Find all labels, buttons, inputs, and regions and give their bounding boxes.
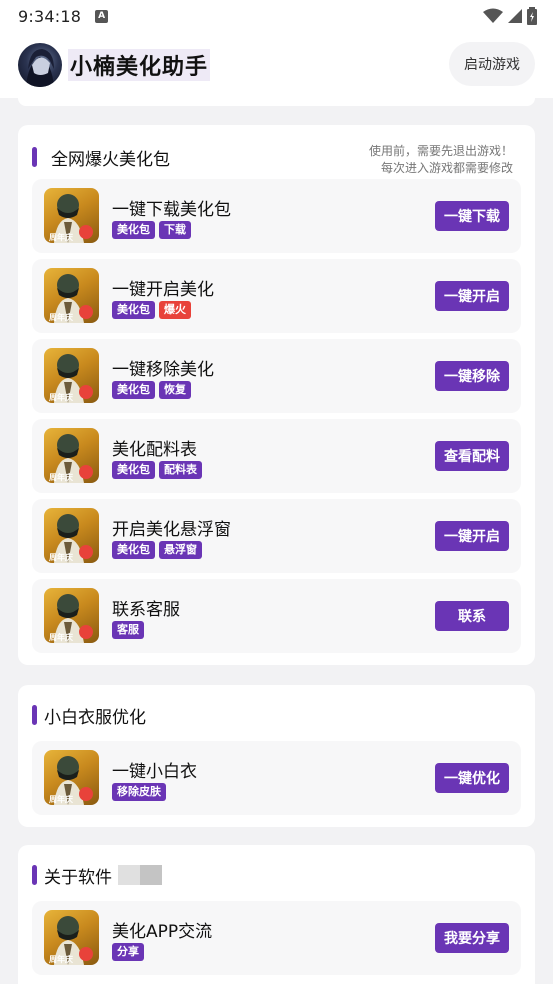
battery-icon (527, 7, 537, 25)
section-accent-bar (32, 147, 37, 167)
clock: 9:34:18 (18, 6, 82, 26)
tag-list: 美化包 悬浮窗 (112, 541, 202, 559)
section-white-clothes: 小白衣服优化 周年庆 一键小白衣 移除皮肤 一键优化 (18, 685, 535, 827)
list-item: 周年庆 一键移除美化 美化包 恢复 一键移除 (32, 339, 521, 413)
game-icon: 周年庆 (44, 428, 99, 483)
notice-line: 每次进入游戏都需要修改 (380, 161, 513, 175)
icon-caption: 周年庆 (49, 472, 73, 482)
tag-badge: 配料表 (159, 461, 202, 479)
item-title: 美化配料表 (112, 440, 197, 460)
section-header: 小白衣服优化 (32, 695, 521, 735)
item-title: 一键下载美化包 (112, 200, 231, 220)
usage-notice: 使用前，需要先退出游戏！ 每次进入游戏都需要修改 (369, 143, 513, 177)
action-button[interactable]: 一键优化 (435, 763, 509, 793)
icon-caption: 周年庆 (49, 392, 73, 402)
tag-badge: 悬浮窗 (159, 541, 202, 559)
list-item: 周年庆 一键开启美化 美化包 爆火 一键开启 (32, 259, 521, 333)
tag-badge: 美化包 (112, 541, 155, 559)
avatar[interactable] (18, 43, 62, 87)
game-icon: 周年庆 (44, 268, 99, 323)
game-icon: 周年庆 (44, 750, 99, 805)
item-title: 开启美化悬浮窗 (112, 520, 231, 540)
item-title: 一键小白衣 (112, 762, 197, 782)
section-about: 关于软件 周年庆 美化APP交流 分享 我要分享 (18, 845, 535, 984)
wifi-icon (483, 8, 503, 23)
action-button[interactable]: 查看配料 (435, 441, 509, 471)
action-button[interactable]: 一键移除 (435, 361, 509, 391)
section-accent-bar (32, 705, 37, 725)
section-header: 关于软件 (32, 855, 521, 895)
section-header: 全网爆火美化包 使用前，需要先退出游戏！ 每次进入游戏都需要修改 (32, 137, 521, 177)
item-title: 一键开启美化 (112, 280, 214, 300)
item-title: 联系客服 (112, 600, 180, 620)
page-title: 小楠美化助手 (68, 49, 211, 81)
tag-badge: 美化包 (112, 301, 155, 319)
tag-badge: 美化包 (112, 461, 155, 479)
tag-list: 美化包 下载 (112, 221, 191, 239)
tag-badge: 移除皮肤 (112, 783, 166, 801)
game-icon: 周年庆 (44, 508, 99, 563)
tag-list: 移除皮肤 (112, 783, 166, 801)
action-button[interactable]: 一键开启 (435, 281, 509, 311)
tag-badge: 下载 (159, 221, 191, 239)
icon-caption: 周年庆 (49, 232, 73, 242)
section-title: 小白衣服优化 (44, 707, 146, 728)
game-icon: 周年庆 (44, 188, 99, 243)
tag-badge: 分享 (112, 943, 144, 961)
signal-icon (508, 9, 522, 23)
header-strip (18, 98, 535, 106)
redacted-block (118, 865, 162, 885)
launch-game-button[interactable]: 启动游戏 (449, 42, 535, 86)
tag-badge: 恢复 (159, 381, 191, 399)
icon-caption: 周年庆 (49, 794, 73, 804)
item-title: 一键移除美化 (112, 360, 214, 380)
tag-badge: 客服 (112, 621, 144, 639)
tag-badge: 美化包 (112, 221, 155, 239)
tag-badge: 美化包 (112, 381, 155, 399)
icon-caption: 周年庆 (49, 552, 73, 562)
action-button[interactable]: 一键开启 (435, 521, 509, 551)
section-beautify-packs: 全网爆火美化包 使用前，需要先退出游戏！ 每次进入游戏都需要修改 周年庆 一键下载… (18, 125, 535, 665)
list-item: 周年庆 联系客服 客服 联系 (32, 579, 521, 653)
tag-list: 客服 (112, 621, 144, 639)
notice-line: 使用前，需要先退出游戏！ (368, 144, 513, 158)
section-title: 全网爆火美化包 (51, 149, 170, 170)
list-item: 周年庆 美化APP交流 分享 我要分享 (32, 901, 521, 975)
action-button[interactable]: 联系 (435, 601, 509, 631)
a-notification-icon: A (95, 9, 109, 23)
action-button[interactable]: 我要分享 (435, 923, 509, 953)
tag-list: 美化包 爆火 (112, 301, 191, 319)
icon-caption: 周年庆 (49, 954, 73, 964)
tag-list: 分享 (112, 943, 144, 961)
tag-list: 美化包 配料表 (112, 461, 202, 479)
list-item: 周年庆 一键下载美化包 美化包 下载 一键下载 (32, 179, 521, 253)
tag-list: 美化包 恢复 (112, 381, 191, 399)
status-bar: 9:34:18 A (0, 0, 553, 32)
list-item: 周年庆 开启美化悬浮窗 美化包 悬浮窗 一键开启 (32, 499, 521, 573)
game-icon: 周年庆 (44, 588, 99, 643)
system-icons (483, 7, 537, 25)
tag-badge: 爆火 (159, 301, 191, 319)
list-item: 周年庆 美化配料表 美化包 配料表 查看配料 (32, 419, 521, 493)
section-title: 关于软件 (44, 867, 112, 888)
icon-caption: 周年庆 (49, 312, 73, 322)
app-header: 小楠美化助手 启动游戏 (0, 32, 553, 98)
section-accent-bar (32, 865, 37, 885)
item-title: 美化APP交流 (112, 922, 213, 942)
action-button[interactable]: 一键下载 (435, 201, 509, 231)
icon-caption: 周年庆 (49, 632, 73, 642)
game-icon: 周年庆 (44, 348, 99, 403)
list-item: 周年庆 一键小白衣 移除皮肤 一键优化 (32, 741, 521, 815)
game-icon: 周年庆 (44, 910, 99, 965)
